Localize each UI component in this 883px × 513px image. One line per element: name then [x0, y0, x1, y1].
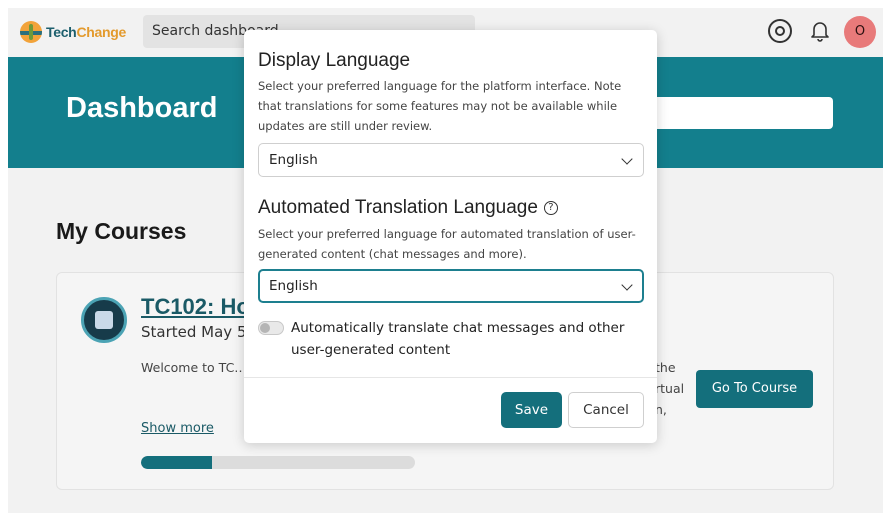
modal-footer-divider — [244, 377, 657, 378]
display-language-heading: Display Language — [258, 50, 411, 71]
chevron-down-icon — [621, 153, 633, 165]
auto-translate-label: Automatically translate chat messages an… — [291, 320, 625, 358]
display-language-description: Select your preferred language for the p… — [258, 79, 622, 133]
translation-language-heading: Automated Translation Language? — [258, 197, 558, 219]
display-language-select[interactable]: English — [258, 143, 644, 177]
save-button[interactable]: Save — [501, 392, 562, 428]
translation-language-select[interactable]: English — [258, 269, 644, 303]
translation-language-value: English — [269, 278, 318, 294]
language-settings-modal: Display Language Select your preferred l… — [244, 30, 657, 443]
translation-language-description: Select your preferred language for autom… — [258, 227, 636, 261]
cancel-button[interactable]: Cancel — [568, 392, 644, 428]
auto-translate-toggle[interactable] — [258, 321, 284, 335]
chevron-down-icon — [621, 279, 633, 291]
help-icon[interactable]: ? — [543, 201, 558, 215]
display-language-value: English — [269, 152, 318, 168]
